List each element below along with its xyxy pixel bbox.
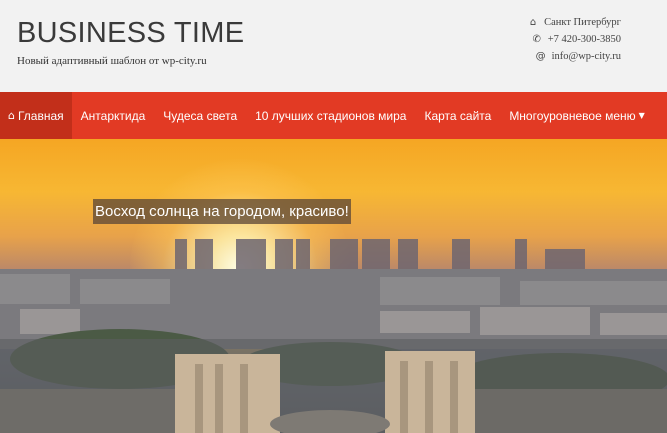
contact-phone-text: +7 420-300-3850 bbox=[547, 34, 621, 45]
nav-item-label: Чудеса света bbox=[163, 108, 238, 123]
nav-item-home[interactable]: ⌂ Главная bbox=[0, 92, 72, 139]
nav-item-multilevel-menu[interactable]: Многоуровневое меню ▼ bbox=[500, 92, 653, 139]
at-icon: @ bbox=[535, 51, 546, 62]
nav-item-stadiums[interactable]: 10 лучших стадионов мира bbox=[246, 92, 415, 139]
main-navigation: ⌂ Главная Антарктида Чудеса света 10 луч… bbox=[0, 92, 667, 139]
hero-caption[interactable]: Восход солнца на городом, красиво! bbox=[93, 199, 351, 224]
nav-item-label: 10 лучших стадионов мира bbox=[255, 108, 407, 123]
contact-info: ⌂ Санкт Питербург ✆ +7 420-300-3850 @ in… bbox=[461, 14, 621, 65]
contact-address: ⌂ Санкт Питербург bbox=[461, 14, 621, 31]
nav-item-label: Карта сайта bbox=[424, 108, 492, 123]
contact-address-text: Санкт Питербург bbox=[544, 17, 621, 28]
contact-phone: ✆ +7 420-300-3850 bbox=[461, 31, 622, 48]
caret-down-icon: ▼ bbox=[638, 111, 645, 120]
nav-item-sitemap[interactable]: Карта сайта bbox=[415, 92, 500, 139]
city-skyline-image bbox=[0, 239, 667, 433]
nav-item-antarctica[interactable]: Антарктида bbox=[72, 92, 155, 139]
nav-item-label: Главная bbox=[17, 108, 64, 123]
nav-item-label: Антарктида bbox=[80, 108, 146, 123]
site-header: BUSINESS TIME Новый адаптивный шаблон от… bbox=[0, 0, 667, 92]
site-tagline: Новый адаптивный шаблон от wp-city.ru bbox=[17, 55, 207, 67]
phone-icon: ✆ bbox=[532, 34, 541, 45]
home-icon: ⌂ bbox=[529, 17, 537, 28]
nav-item-wonders[interactable]: Чудеса света bbox=[154, 92, 246, 139]
home-icon: ⌂ bbox=[8, 109, 15, 122]
nav-item-label: Многоуровневое меню bbox=[509, 108, 636, 123]
hero-slider[interactable]: Восход солнца на городом, красиво! bbox=[0, 139, 667, 433]
contact-email-text[interactable]: info@wp-city.ru bbox=[552, 51, 621, 62]
contact-email[interactable]: @ info@wp-city.ru bbox=[461, 48, 621, 65]
site-title[interactable]: BUSINESS TIME bbox=[17, 17, 244, 50]
